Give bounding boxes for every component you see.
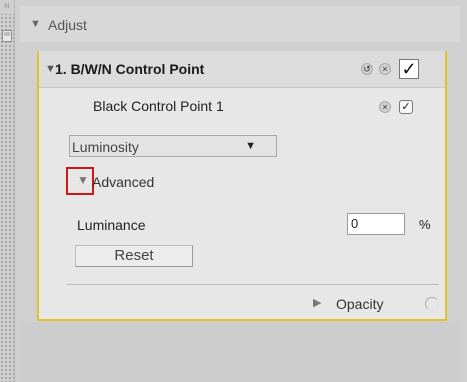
dock-strip: ⌗: [0, 0, 15, 382]
adjust-title: Adjust: [48, 17, 87, 33]
opacity-radio[interactable]: [425, 297, 439, 311]
black-control-point-row[interactable]: Black Control Point 1 × ✓: [39, 91, 445, 123]
expand-arrow-icon[interactable]: ▶: [313, 296, 321, 309]
dock-panel-icon[interactable]: [2, 30, 12, 42]
black-control-point-label: Black Control Point 1: [93, 98, 224, 114]
control-point-header[interactable]: ▼ 1. B/W/N Control Point ↺ × ✓: [39, 51, 445, 88]
luminance-row: Luminance 0 %: [39, 209, 445, 239]
luminance-unit: %: [419, 217, 431, 232]
empty-panel-area: [20, 322, 460, 382]
opacity-row[interactable]: ▶ Opacity: [39, 291, 445, 315]
luminance-label: Luminance: [77, 217, 146, 233]
opacity-label: Opacity: [336, 296, 384, 312]
advanced-toggle-row[interactable]: ▼ Advanced: [39, 167, 445, 197]
dock-grip-icon[interactable]: ⌗: [0, 0, 14, 14]
control-point-panel: ▼ 1. B/W/N Control Point ↺ × ✓ Black Con…: [37, 51, 447, 321]
mode-dropdown[interactable]: Luminosity ▼: [69, 135, 277, 157]
delete-icon[interactable]: ×: [379, 63, 391, 75]
control-point-title: 1. B/W/N Control Point: [55, 61, 205, 77]
black-point-checkbox[interactable]: ✓: [399, 100, 413, 114]
enable-checkbox[interactable]: ✓: [399, 59, 419, 79]
dropdown-value: Luminosity: [72, 139, 139, 155]
collapse-arrow-icon[interactable]: ▼: [30, 18, 41, 30]
advanced-label: Advanced: [92, 174, 155, 190]
divider: [67, 284, 439, 285]
reset-icon[interactable]: ↺: [361, 63, 373, 75]
reset-button[interactable]: Reset: [75, 245, 193, 267]
luminance-input[interactable]: 0: [347, 213, 405, 235]
chevron-down-icon: ▼: [245, 140, 256, 152]
delete-icon[interactable]: ×: [379, 101, 391, 113]
adjust-section-header[interactable]: ▼ Adjust: [20, 6, 460, 42]
expand-arrow-icon[interactable]: ▼: [77, 173, 89, 187]
